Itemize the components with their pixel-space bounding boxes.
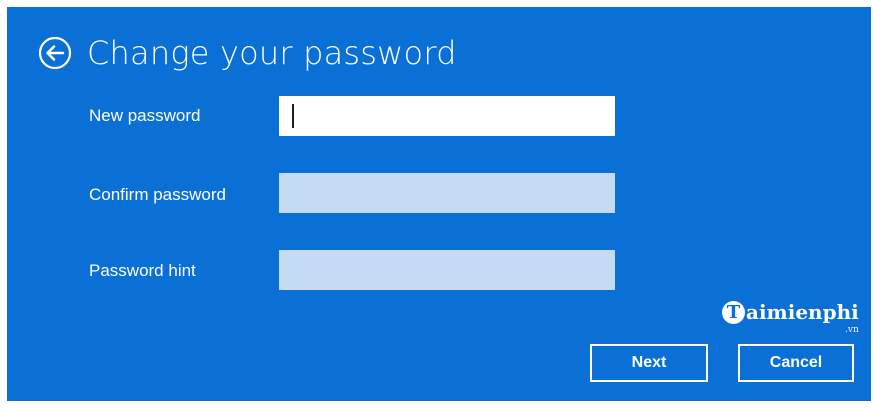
arrow-left-circle-icon	[38, 36, 72, 70]
new-password-label: New password	[89, 106, 201, 125]
dialog-header: Change your password	[38, 34, 457, 72]
confirm-password-input[interactable]	[279, 173, 615, 213]
watermark-text: aimienphi	[746, 300, 859, 324]
confirm-password-label: Confirm password	[89, 185, 226, 204]
password-hint-input[interactable]	[279, 250, 615, 290]
new-password-input[interactable]	[279, 96, 615, 136]
change-password-dialog: Change your password New password Confir…	[7, 7, 871, 401]
watermark-suffix: .vn	[845, 325, 859, 335]
cancel-button[interactable]: Cancel	[738, 344, 854, 382]
back-button[interactable]	[38, 36, 72, 70]
taimienphi-watermark: T aimienphi	[722, 300, 859, 324]
page-title: Change your password	[87, 34, 457, 72]
watermark-logo-icon: T	[722, 300, 745, 324]
password-hint-label: Password hint	[89, 261, 196, 280]
text-caret	[292, 104, 294, 128]
next-button[interactable]: Next	[590, 344, 708, 382]
